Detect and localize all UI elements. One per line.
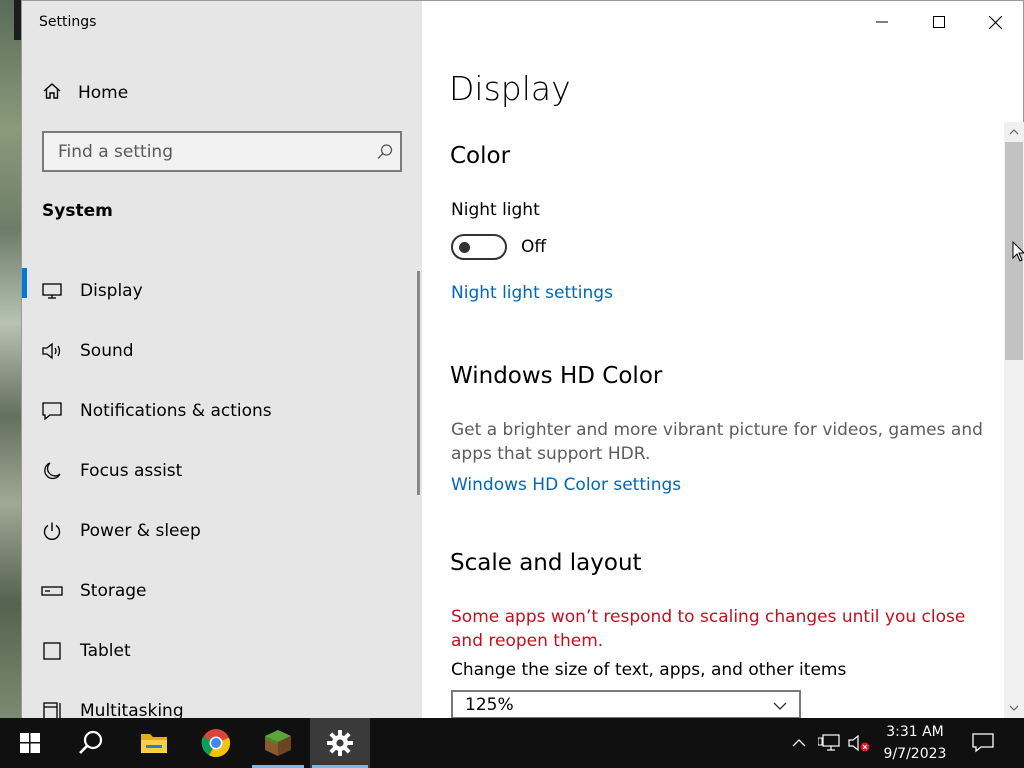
page-title: Display (449, 69, 571, 108)
sidebar-item-label: Storage (80, 581, 147, 601)
taskbar-search-button[interactable] (60, 718, 122, 768)
sidebar-nav: Display Sound Notifications & actions Fo… (22, 261, 417, 741)
window-title: Settings (39, 14, 97, 30)
sidebar-item-display[interactable]: Display (22, 261, 417, 321)
night-light-label: Night light (451, 200, 540, 220)
minecraft-button[interactable] (250, 718, 306, 768)
sidebar-item-storage[interactable]: Storage (22, 561, 417, 621)
settings-taskbar-button[interactable] (310, 718, 370, 768)
mouse-cursor-icon (1012, 241, 1024, 262)
file-explorer-icon (141, 734, 167, 753)
sidebar-item-label: Tablet (80, 641, 131, 661)
power-icon (41, 520, 63, 542)
home-link[interactable]: Home (42, 81, 128, 105)
scale-size-label: Change the size of text, apps, and other… (451, 660, 847, 680)
desktop-wallpaper (0, 0, 22, 718)
network-tray-button[interactable] (816, 718, 842, 768)
monitor-icon (41, 280, 63, 302)
sidebar-item-sound[interactable]: Sound (22, 321, 417, 381)
sidebar-item-label: Power & sleep (80, 521, 201, 541)
storage-icon (41, 580, 63, 602)
scale-heading: Scale and layout (450, 550, 642, 576)
sidebar-item-label: Focus assist (80, 461, 183, 481)
hd-color-description: Get a brighter and more vibrant picture … (451, 420, 983, 464)
notification-icon (41, 400, 63, 422)
sidebar-scrollbar[interactable] (417, 271, 420, 495)
settings-window: Settings Home System Display (21, 0, 1024, 721)
night-light-toggle[interactable] (451, 234, 507, 260)
settings-search-box[interactable] (42, 131, 402, 172)
minecraft-icon (265, 730, 291, 756)
start-icon (20, 733, 40, 753)
search-input[interactable] (44, 133, 370, 170)
scale-dropdown-value: 125% (465, 694, 514, 715)
taskbar: 3:31 AM 9/7/2023 (0, 718, 1024, 768)
taskbar-clock[interactable]: 3:31 AM 9/7/2023 (870, 718, 960, 768)
sidebar-item-label: Notifications & actions (80, 401, 272, 421)
sidebar: Settings Home System Display (22, 1, 422, 721)
volume-muted-icon (848, 734, 870, 752)
clock-date: 9/7/2023 (883, 746, 947, 762)
show-hidden-icons-button[interactable] (788, 718, 810, 768)
scaling-warning: Some apps won’t respond to scaling chang… (451, 607, 966, 651)
network-icon (818, 734, 840, 751)
color-heading: Color (450, 143, 511, 169)
main-scrollbar[interactable] (1004, 122, 1024, 719)
scroll-down-icon[interactable] (1004, 699, 1024, 717)
start-button[interactable] (0, 718, 60, 768)
action-center-button[interactable] (968, 718, 998, 768)
sidebar-item-tablet[interactable]: Tablet (22, 621, 417, 681)
sidebar-item-label: Display (80, 281, 143, 301)
hd-color-settings-link[interactable]: Windows HD Color settings (451, 475, 681, 495)
tablet-icon (41, 640, 63, 662)
home-label: Home (78, 83, 129, 103)
speaker-icon (41, 340, 63, 362)
scroll-up-icon[interactable] (1004, 123, 1024, 141)
home-icon (42, 81, 62, 105)
scale-dropdown[interactable]: 125% (451, 690, 801, 719)
toggle-knob (459, 242, 470, 253)
clock-time: 3:31 AM (886, 724, 944, 740)
sidebar-item-notifications[interactable]: Notifications & actions (22, 381, 417, 441)
sidebar-item-focus-assist[interactable]: Focus assist (22, 441, 417, 501)
search-icon[interactable] (370, 143, 400, 161)
section-title: System (42, 201, 113, 221)
volume-tray-button[interactable] (846, 718, 872, 768)
sidebar-item-label: Sound (80, 341, 134, 361)
file-explorer-button[interactable] (124, 718, 184, 768)
action-center-icon (972, 733, 994, 753)
chevron-up-icon (792, 739, 806, 747)
moon-icon (41, 460, 63, 482)
night-light-state: Off (521, 237, 547, 257)
night-light-settings-link[interactable]: Night light settings (451, 283, 613, 303)
main-content: Display Color Night light Off Night ligh… (422, 1, 1004, 719)
chevron-down-icon (773, 695, 787, 714)
chrome-icon (201, 729, 231, 758)
search-icon (79, 730, 103, 754)
settings-gear-icon (327, 730, 353, 756)
chrome-button[interactable] (186, 718, 246, 768)
hd-color-heading: Windows HD Color (450, 363, 663, 389)
sidebar-item-power-sleep[interactable]: Power & sleep (22, 501, 417, 561)
